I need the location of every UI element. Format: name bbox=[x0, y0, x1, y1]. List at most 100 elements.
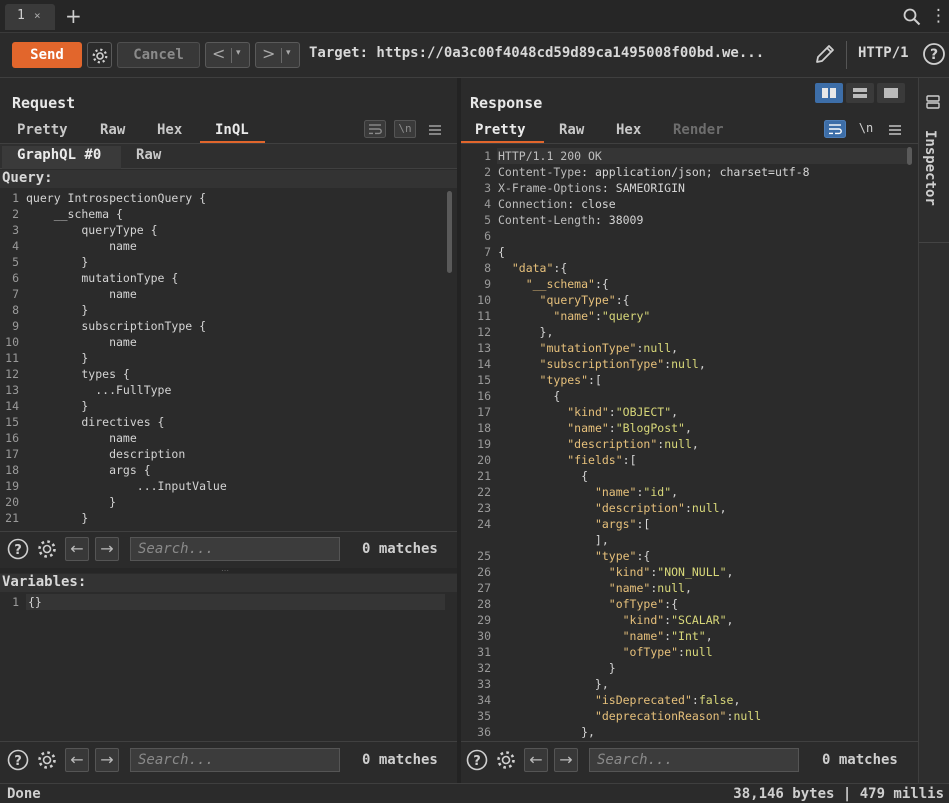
help-icon[interactable]: ? bbox=[466, 749, 488, 775]
line-number: 19 bbox=[5, 479, 19, 493]
query-search-input[interactable]: Search... bbox=[130, 537, 340, 561]
gear-icon[interactable] bbox=[36, 538, 58, 564]
code-text: :{ bbox=[594, 277, 609, 291]
code-line: queryType { bbox=[26, 223, 158, 237]
edit-target-icon[interactable] bbox=[813, 42, 837, 70]
search-icon[interactable] bbox=[903, 8, 921, 30]
help-icon[interactable]: ? bbox=[7, 749, 29, 775]
gear-icon[interactable] bbox=[495, 749, 517, 775]
json-key: "name" bbox=[567, 421, 609, 435]
back-arrow-icon: < bbox=[212, 44, 226, 63]
back-button[interactable]: < ▾ bbox=[205, 42, 250, 68]
line-number: 19 bbox=[477, 437, 491, 451]
code-line: "mutationType":null, bbox=[498, 340, 810, 356]
code-text: } bbox=[498, 661, 616, 675]
newline-toggle-button[interactable]: \n bbox=[394, 120, 416, 138]
code-line: } bbox=[26, 495, 117, 509]
add-tab-button[interactable]: + bbox=[65, 4, 82, 28]
next-match-button[interactable]: → bbox=[95, 537, 119, 561]
tab-response-pretty[interactable]: Pretty bbox=[475, 122, 526, 138]
previous-match-button[interactable]: ← bbox=[65, 748, 89, 772]
tab-request-hex[interactable]: Hex bbox=[157, 122, 182, 138]
send-button[interactable]: Send bbox=[12, 42, 82, 68]
tab-request-pretty[interactable]: Pretty bbox=[17, 122, 68, 138]
tab-response-hex[interactable]: Hex bbox=[616, 122, 641, 138]
line-number: 18 bbox=[5, 463, 19, 477]
drag-handle-icon[interactable]: ⋯ bbox=[221, 567, 229, 575]
cancel-button[interactable]: Cancel bbox=[117, 42, 200, 68]
json-key: "name" bbox=[553, 309, 595, 323]
tab-response-raw[interactable]: Raw bbox=[559, 122, 584, 138]
divider bbox=[919, 242, 949, 243]
svg-text:?: ? bbox=[930, 47, 938, 63]
line-number-gutter: 1 2 3 4 5 6 7 8 9 10 11 12 13 14 15 16 17 18 19 20 21 bbox=[0, 190, 19, 526]
code-line: "name":"BlogPost", bbox=[498, 420, 810, 436]
json-key: "__schema" bbox=[525, 277, 595, 291]
close-tab-icon[interactable]: × bbox=[34, 9, 41, 22]
code-line: "__schema":{ bbox=[498, 276, 810, 292]
http-version-selector[interactable]: HTTP/1 bbox=[858, 45, 909, 61]
kebab-menu-icon[interactable]: ⋮ bbox=[930, 7, 947, 25]
variables-editor[interactable]: 1 {} bbox=[0, 593, 457, 741]
inspector-tab[interactable]: Inspector bbox=[922, 130, 938, 206]
code-line: } bbox=[26, 303, 89, 317]
code-text: , bbox=[705, 629, 713, 643]
response-search-input[interactable]: Search... bbox=[589, 748, 799, 772]
line-number: 31 bbox=[477, 645, 491, 659]
variables-search-input[interactable]: Search... bbox=[130, 748, 340, 772]
line-number: 3 bbox=[12, 223, 19, 237]
menu-icon[interactable] bbox=[428, 122, 442, 141]
send-options-button[interactable] bbox=[87, 42, 112, 68]
code-line: } bbox=[26, 399, 89, 413]
menu-icon[interactable] bbox=[888, 122, 902, 141]
code-text: : bbox=[678, 645, 685, 659]
tab-request-inql[interactable]: InQL bbox=[215, 122, 249, 138]
chevron-down-icon[interactable]: ▾ bbox=[286, 48, 291, 58]
layout-stacked-button[interactable] bbox=[846, 83, 874, 103]
response-scrollbar[interactable] bbox=[907, 147, 912, 165]
wrap-lines-icon[interactable] bbox=[824, 120, 846, 142]
json-value: "SCALAR" bbox=[671, 613, 727, 627]
tab-graphql-0[interactable]: GraphQL #0 bbox=[17, 147, 101, 163]
line-number: 25 bbox=[477, 549, 491, 563]
tab-inql-raw[interactable]: Raw bbox=[136, 147, 161, 163]
code-text: , bbox=[733, 693, 741, 707]
tab-response-render[interactable]: Render bbox=[673, 122, 724, 138]
layout-tabs-button[interactable] bbox=[877, 83, 905, 103]
help-icon[interactable]: ? bbox=[7, 538, 29, 564]
inspector-icon[interactable] bbox=[925, 94, 941, 114]
gear-icon[interactable] bbox=[36, 749, 58, 775]
line-number: 1 bbox=[12, 191, 19, 205]
response-editor[interactable]: 1 2 3 4 5 6 7 8 9 10 11 12 13 14 15 16 17 18 19 20 21 22 23 24 … bbox=[461, 145, 918, 739]
tab-1[interactable]: 1 × bbox=[5, 4, 55, 30]
json-key: "kind" bbox=[608, 565, 651, 579]
next-match-button[interactable]: → bbox=[95, 748, 119, 772]
json-value: null bbox=[657, 581, 685, 595]
response-match-count: 0 matches bbox=[822, 752, 898, 768]
previous-match-button[interactable]: ← bbox=[65, 537, 89, 561]
next-match-button[interactable]: → bbox=[554, 748, 578, 772]
line-number: 9 bbox=[484, 277, 491, 291]
json-key: "data" bbox=[511, 261, 554, 275]
chevron-down-icon[interactable]: ▾ bbox=[236, 48, 241, 58]
code-line: args { bbox=[26, 463, 151, 477]
code-line: "subscriptionType":null, bbox=[498, 356, 810, 372]
help-icon[interactable]: ? bbox=[922, 42, 946, 70]
query-scrollbar[interactable] bbox=[447, 191, 452, 273]
layout-side-by-side-button[interactable] bbox=[815, 83, 843, 103]
newline-toggle-button[interactable]: \n bbox=[855, 120, 877, 138]
header-name: Content-Length bbox=[498, 213, 595, 227]
query-editor[interactable]: 1 2 3 4 5 6 7 8 9 10 11 12 13 14 15 16 17 18 19 20 21 query … bbox=[0, 189, 457, 529]
previous-match-button[interactable]: ← bbox=[524, 748, 548, 772]
line-number: 8 bbox=[484, 261, 491, 275]
wrap-lines-icon[interactable] bbox=[364, 120, 386, 142]
response-title: Response bbox=[470, 94, 543, 112]
code-text: : bbox=[684, 501, 692, 515]
forward-button[interactable]: > ▾ bbox=[255, 42, 300, 68]
tab-request-raw[interactable]: Raw bbox=[100, 122, 125, 138]
